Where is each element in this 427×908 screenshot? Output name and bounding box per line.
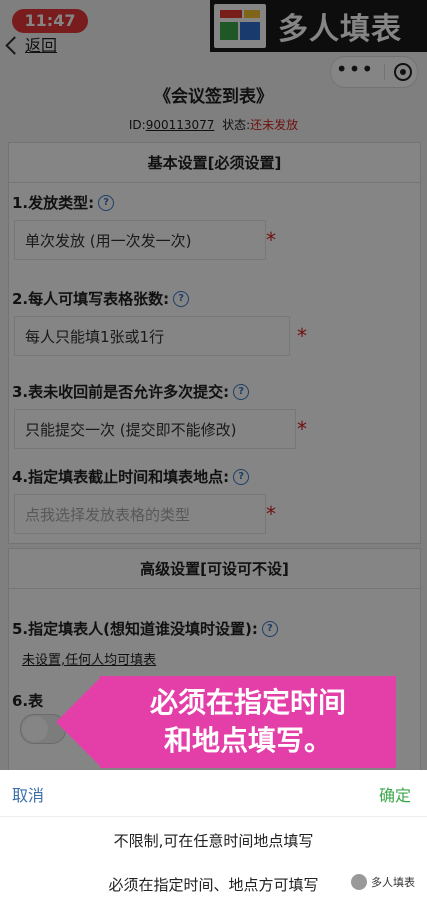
wechat-icon <box>351 874 367 890</box>
callout-annotation: 必须在指定时间 和地点填写。 <box>100 676 396 768</box>
page: 11:47 返回 多人填表 ••• 《会议签到表》 ID:900113077 状… <box>0 0 427 908</box>
callout-arrow <box>56 676 102 768</box>
confirm-button[interactable]: 确定 <box>379 782 411 806</box>
callout-line-2: 和地点填写。 <box>163 724 332 757</box>
picker-sheet: 取消 确定 不限制,可在任意时间地点填写 必须在指定时间、地点方可填写 多人填表 <box>0 770 427 908</box>
watermark: 多人填表 <box>351 874 415 890</box>
modal-backdrop[interactable] <box>0 0 427 770</box>
callout-line-1: 必须在指定时间 <box>149 686 346 719</box>
cancel-button[interactable]: 取消 <box>12 782 44 806</box>
picker-header: 取消 确定 <box>0 770 427 817</box>
picker-option[interactable]: 不限制,可在任意时间地点填写 <box>0 830 427 851</box>
